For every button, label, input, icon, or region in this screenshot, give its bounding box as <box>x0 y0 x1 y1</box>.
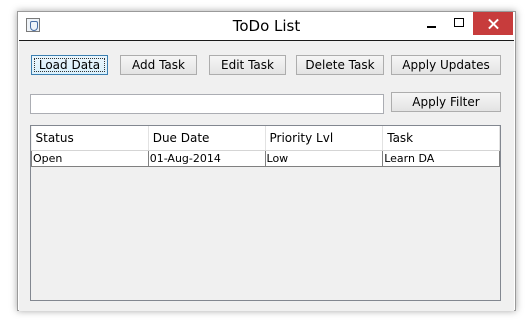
maximize-icon[interactable] <box>445 12 473 35</box>
load-data-button[interactable]: Load Data <box>31 55 108 75</box>
apply-filter-button[interactable]: Apply Filter <box>391 92 501 112</box>
cell-due-date[interactable]: 01-Aug-2014 <box>147 149 266 167</box>
filter-input[interactable] <box>30 94 384 114</box>
add-task-label: Add Task <box>132 58 185 72</box>
task-grid: Status Due Date Priority Lvl Task Open 0… <box>31 126 500 167</box>
task-table[interactable]: Status Due Date Priority Lvl Task Open 0… <box>30 125 501 301</box>
add-task-button[interactable]: Add Task <box>120 55 197 75</box>
todo-window: ToDo List Load Data Add Task Edit Task D… <box>17 11 516 311</box>
title-bar[interactable]: ToDo List <box>18 12 515 41</box>
close-icon[interactable] <box>473 12 513 35</box>
content-pane: Load Data Add Task Edit Task Delete Task… <box>19 40 514 311</box>
apply-filter-label: Apply Filter <box>412 95 480 109</box>
apply-updates-label: Apply Updates <box>402 58 490 72</box>
focus-ring <box>34 58 105 72</box>
cell-priority[interactable]: Low <box>264 149 384 167</box>
table-header-row: Status Due Date Priority Lvl Task <box>31 126 500 151</box>
delete-task-button[interactable]: Delete Task <box>296 55 384 75</box>
apply-updates-button[interactable]: Apply Updates <box>391 55 501 75</box>
table-row[interactable]: Open 01-Aug-2014 Low Learn DA <box>31 149 500 167</box>
delete-task-label: Delete Task <box>305 58 375 72</box>
column-header-due-date[interactable]: Due Date <box>148 126 266 151</box>
cell-task[interactable]: Learn DA <box>382 149 500 167</box>
column-header-task[interactable]: Task <box>382 126 500 151</box>
minimize-icon[interactable] <box>418 12 445 35</box>
column-header-status[interactable]: Status <box>31 126 149 151</box>
cell-status[interactable]: Open <box>31 149 149 167</box>
edit-task-button[interactable]: Edit Task <box>209 55 286 75</box>
column-header-priority[interactable]: Priority Lvl <box>265 126 384 151</box>
edit-task-label: Edit Task <box>221 58 274 72</box>
